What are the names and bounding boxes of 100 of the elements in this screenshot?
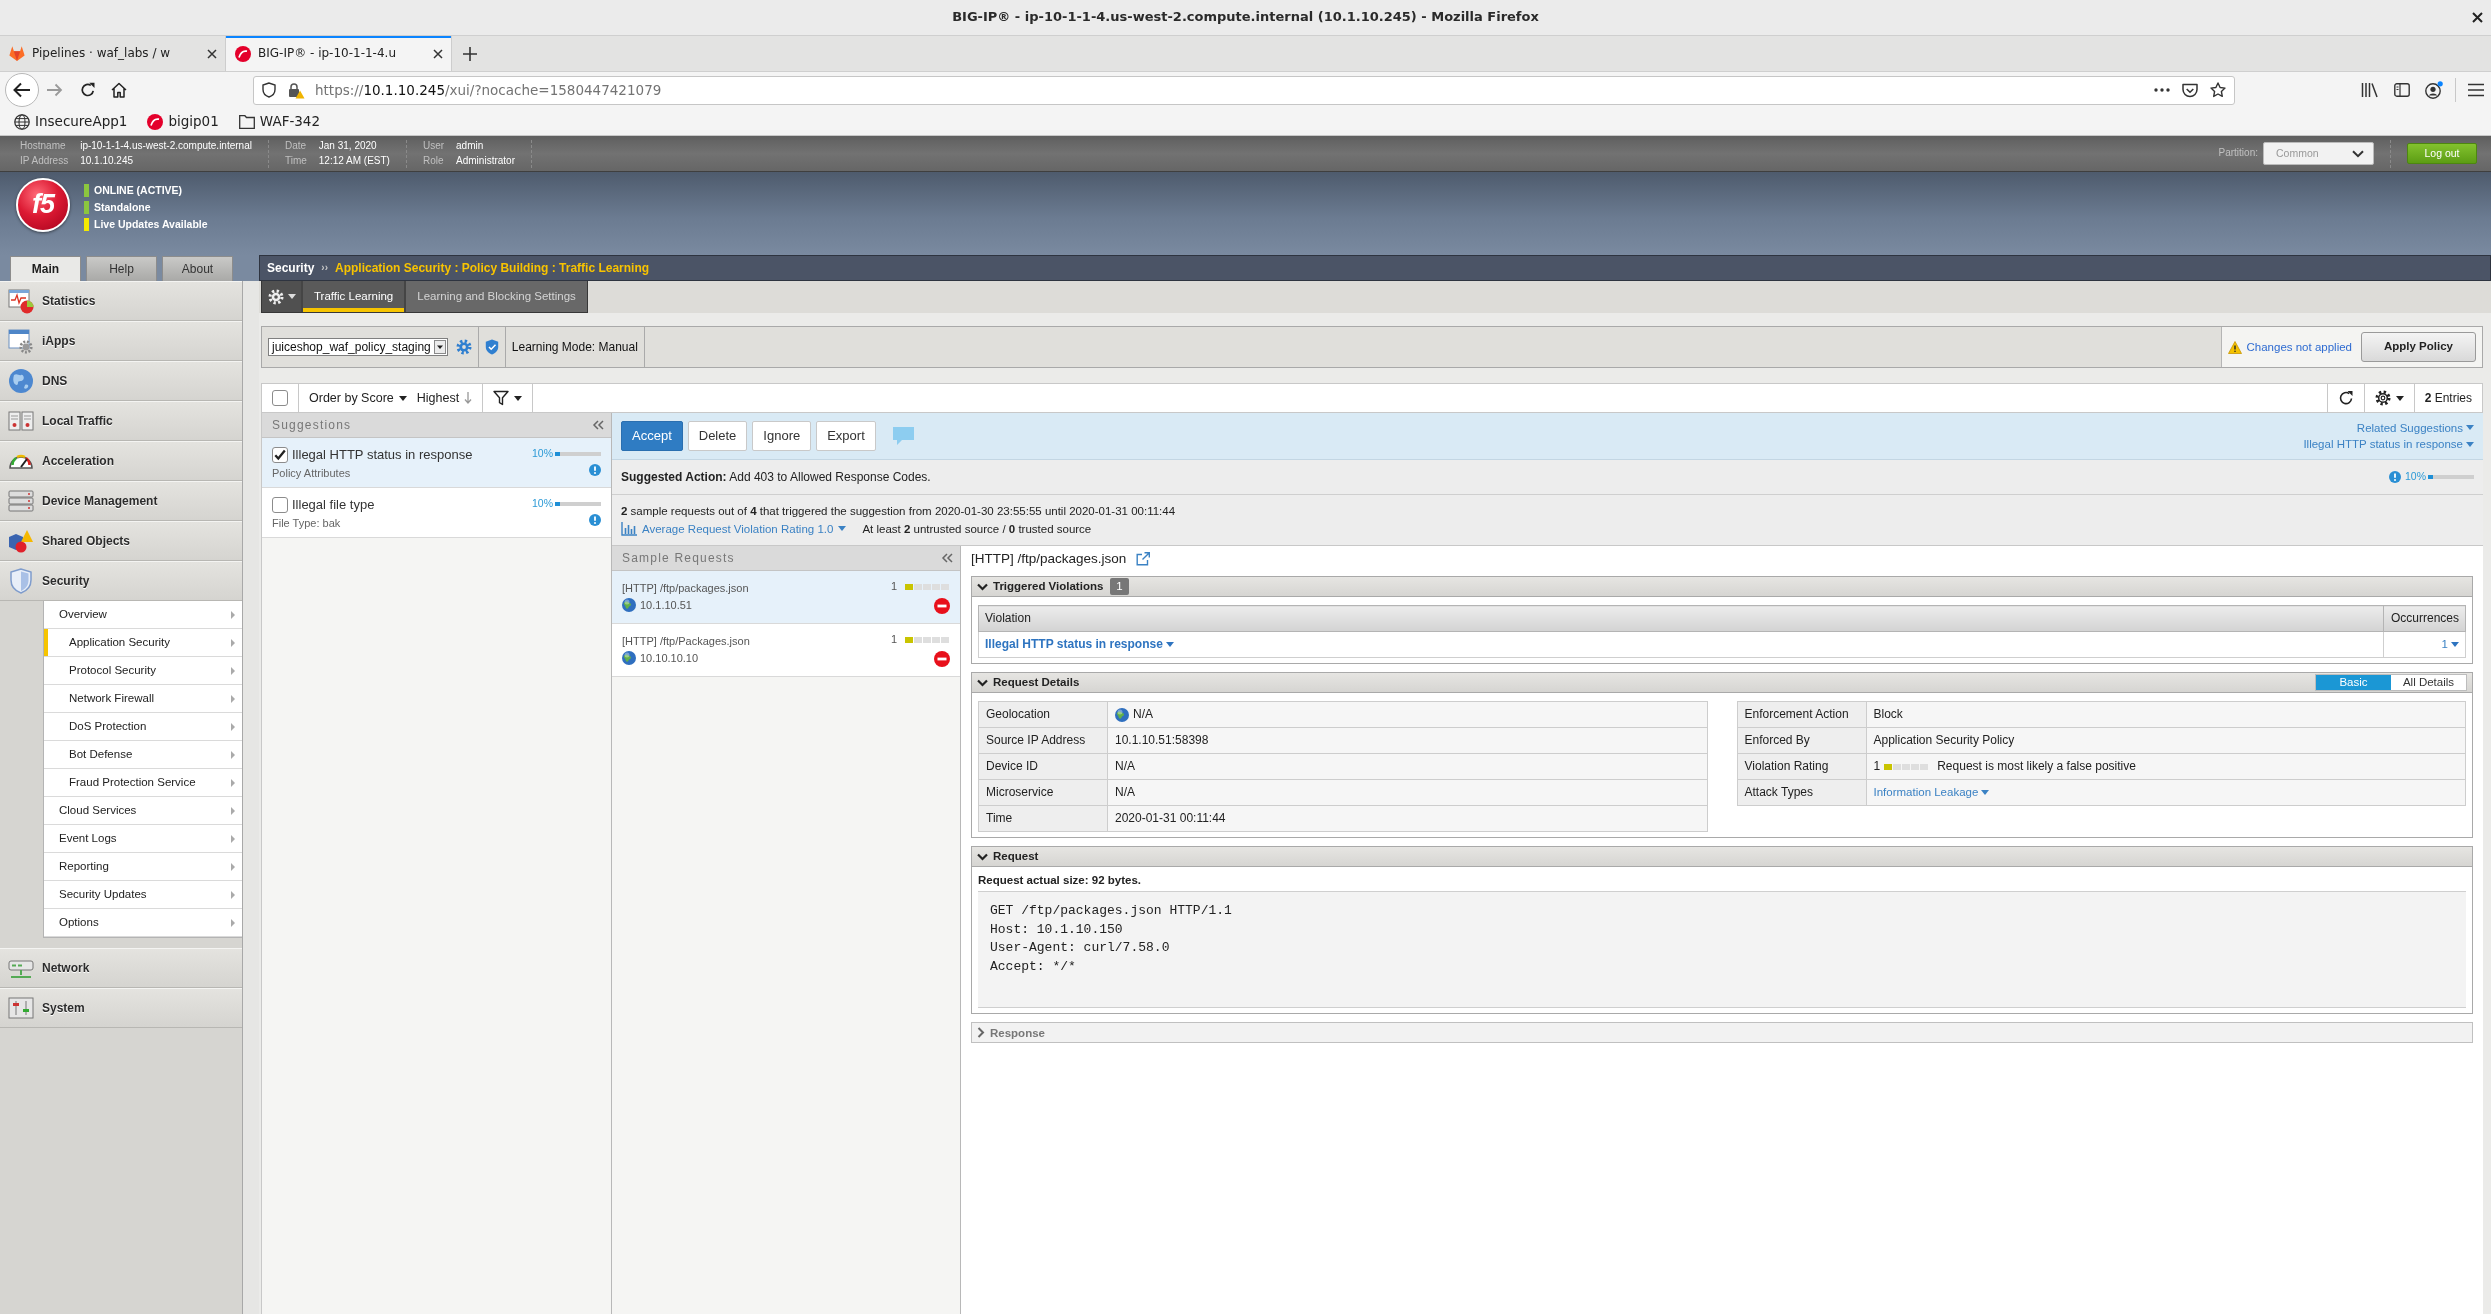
sidebar-item[interactable]: Statistics [0,281,242,321]
main-tab[interactable]: Help [86,256,157,281]
select-all-checkbox[interactable] [272,390,288,406]
main-tab[interactable]: About [162,256,233,281]
address-bar[interactable]: https://10.1.10.245/xui/?nocache=1580447421079 [253,75,2235,105]
attack-type-link[interactable]: Information Leakage [1873,785,1990,800]
caret-icon [2451,641,2459,647]
section-header[interactable]: Request [971,846,2473,867]
back-icon[interactable] [5,73,39,107]
policy-select[interactable]: juiceshop_waf_policy_staging [268,338,448,356]
suggestion-item[interactable]: Illegal HTTP status in response Policy Attributes 10% [262,438,611,488]
gear-icon[interactable] [455,339,472,355]
reload-icon[interactable] [80,82,96,98]
shield-check-icon[interactable] [484,339,499,355]
request-body: GET /ftp/packages.json HTTP/1.1 Host: 10.1.10.150 User-Agent: curl/7.58.0 Accept: */* [978,891,2466,1009]
settings-dropdown[interactable] [2374,390,2404,406]
action-button[interactable]: Export [816,421,876,451]
action-button[interactable]: Accept [621,421,683,451]
sidebar-item[interactable]: System [0,988,242,1028]
url-text[interactable]: https://10.1.10.245/xui/?nocache=1580447421079 [315,81,662,99]
order-dropdown[interactable]: Order by Score [309,390,407,406]
menu-icon[interactable] [2468,83,2484,97]
row-label: Enforcement Action [1737,701,1866,728]
library-icon[interactable] [2361,82,2379,98]
folder-icon [238,114,255,129]
bookmark-link[interactable]: bigip01 [147,113,219,130]
filter-dropdown[interactable] [493,390,523,406]
menu-item[interactable]: Options [44,909,242,937]
close-icon[interactable] [2472,12,2483,23]
caret-icon [838,526,847,532]
more-icon[interactable] [2154,88,2170,92]
caret-right-icon [231,666,235,675]
section-header[interactable]: Response [971,1022,2473,1044]
fox-icon [9,46,25,61]
menu-item[interactable]: Bot Defense [44,741,242,769]
menu-item[interactable]: DoS Protection [44,713,242,741]
sidebar-icon[interactable] [2394,83,2410,97]
sample-request-item[interactable]: [HTTP] /ftp/Packages.json 10.10.10.10 1 [612,624,960,677]
checkbox[interactable] [272,447,288,464]
main-tab[interactable]: Main [10,256,81,281]
menu-item[interactable]: Fraud Protection Service [44,769,242,797]
star-icon[interactable] [2210,82,2226,98]
chevron-down-icon[interactable] [977,582,988,591]
sidebar-item[interactable]: Acceleration [0,441,242,481]
row-label: Attack Types [1737,779,1866,806]
close-icon[interactable] [207,48,217,59]
changes-not-applied-link[interactable]: Changes not applied [2246,339,2352,355]
sort-direction-button[interactable]: Highest [416,390,473,406]
pocket-icon[interactable] [2182,82,2198,98]
suggestion-item[interactable]: Illegal file type File Type: bak 10% [262,488,611,538]
sidebar-item[interactable]: Device Management [0,481,242,521]
browser-tab[interactable]: BIG-IP® - ip-10-1-1-4.u [226,36,452,71]
sub-tab[interactable]: Learning and Blocking Settings [404,281,587,312]
menu-item[interactable]: Event Logs [44,825,242,853]
menu-item[interactable]: Protocol Security [44,657,242,685]
sample-request-item[interactable]: [HTTP] /ftp/packages.json 10.1.10.51 1 [612,571,960,624]
home-icon[interactable] [111,82,127,98]
globe-icon [8,368,34,394]
chevron-down-icon[interactable] [977,852,988,861]
menu-item[interactable]: Application Security [44,629,242,657]
violation-link[interactable]: Illegal HTTP status in response [985,637,1174,652]
menu-item[interactable]: Network Firewall [44,685,242,713]
action-button[interactable]: Ignore [752,421,812,451]
sidebar-item[interactable]: Local Traffic [0,401,242,441]
double-chevron-left-icon[interactable] [592,420,604,430]
section-header[interactable]: Triggered Violations 1 [971,576,2473,597]
round-logo-icon [147,113,164,130]
breadcrumb-section[interactable]: Security [267,260,315,276]
score-text: 10% [532,497,553,511]
sidebar-item[interactable]: iApps [0,321,242,361]
refresh-icon[interactable] [2337,390,2354,406]
external-link-icon[interactable] [1136,552,1151,566]
sources-text: At least 2 untrusted source / 0 trusted source [862,521,1092,536]
bookmark-link[interactable]: WAF-342 [238,113,321,130]
forward-icon[interactable] [47,82,63,98]
field-label: User [422,140,445,153]
view-toggle-button[interactable]: All Details [2391,675,2466,690]
section-header[interactable]: Request Details Basic All Details [971,672,2473,693]
action-button[interactable]: Delete [687,421,748,451]
row-label: Microservice [978,779,1108,806]
occurrences-link[interactable]: 1 [2441,637,2459,652]
sidebar-item[interactable]: DNS [0,361,242,401]
menu-item[interactable]: Security Updates [44,881,242,909]
menu-item[interactable]: Cloud Services [44,797,242,825]
chevron-right-icon[interactable] [977,1027,985,1039]
account-icon[interactable] [2425,81,2443,99]
apply-policy-button[interactable]: Apply Policy [2361,332,2476,362]
close-icon[interactable] [433,48,443,59]
sidebar-item[interactable]: Shared Objects [0,521,242,561]
double-chevron-left-icon[interactable] [941,553,953,563]
bookmark-link[interactable]: InsecureApp1 [14,113,128,130]
chevron-down-icon[interactable] [977,678,988,687]
rating-link[interactable]: Average Request Violation Rating 1.0 [621,521,847,536]
checkbox[interactable] [272,497,288,514]
sidebar-item[interactable]: Security [0,561,242,601]
menu-item[interactable]: Reporting [44,853,242,881]
menu-item[interactable]: Overview [44,601,242,629]
sidebar-item[interactable]: Network [0,948,242,988]
sub-tab[interactable]: Traffic Learning [301,281,405,312]
plus-icon[interactable] [463,46,477,61]
